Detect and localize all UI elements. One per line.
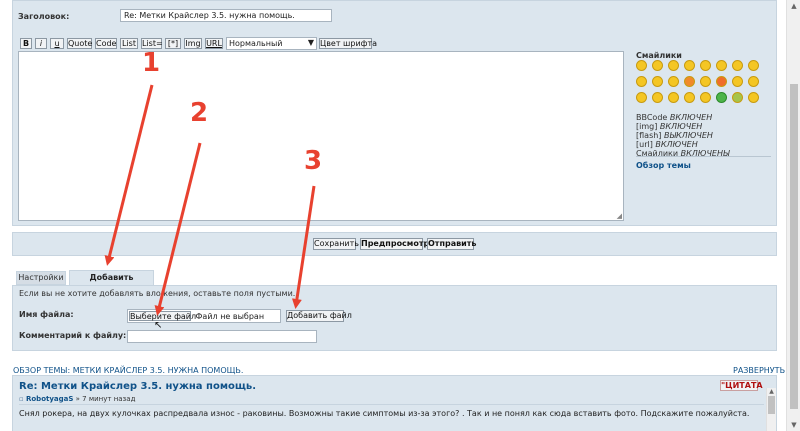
mouse-cursor-icon: ↖: [154, 320, 163, 331]
annotation-arrow-1: [104, 84, 154, 266]
annotation-number-2: 2: [190, 98, 209, 128]
annotation-arrows: [104, 84, 316, 316]
annotation-arrow-2: [154, 142, 202, 316]
annotation-number-3: 3: [304, 146, 323, 176]
annotation-arrow-3: [291, 185, 316, 309]
annotation-number-1: 1: [142, 48, 161, 78]
